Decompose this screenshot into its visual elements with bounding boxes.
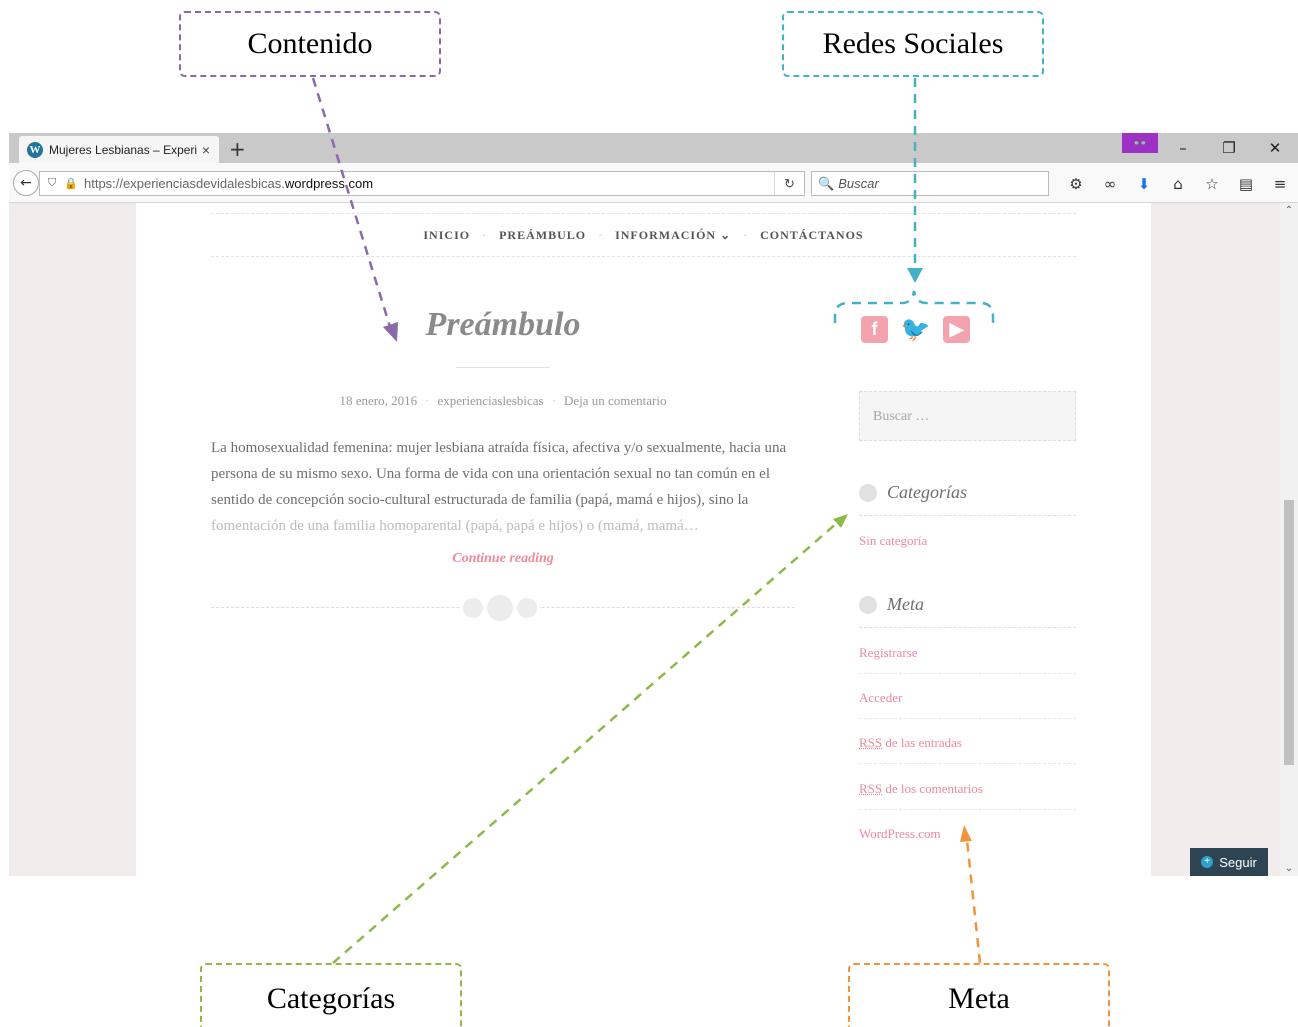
url-prefix: https://experienciasdevidalesbicas. bbox=[84, 176, 285, 191]
annotation-redes-label: Redes Sociales bbox=[822, 27, 1004, 60]
meta-rss-comments-link[interactable]: RSS de los comentarios bbox=[859, 781, 1076, 810]
window-controls: – ❐ ✕ bbox=[1160, 133, 1298, 163]
button-ornament-icon bbox=[515, 596, 539, 620]
meta-title-text: Meta bbox=[887, 594, 924, 614]
post-meta: 18 enero, 2016 · experienciaslesbicas · Deja… bbox=[211, 393, 795, 409]
browser-window: W Mujeres Lesbianas – Experi... × + 👓 – … bbox=[9, 133, 1298, 876]
post-title[interactable]: Preámbulo bbox=[211, 306, 795, 344]
menu-separator: · bbox=[743, 227, 749, 242]
home-icon[interactable]: ⌂ bbox=[1161, 175, 1195, 193]
menu-bottom-rule bbox=[211, 256, 1076, 257]
gear-icon[interactable]: ⚙ bbox=[1059, 175, 1093, 193]
sidebar-search-input[interactable]: Buscar … bbox=[859, 391, 1076, 441]
toolbar-icons: ⚙ ∞ ⬇ ⌂ ☆ ▤ ≡ bbox=[1059, 171, 1297, 196]
menu-separator: · bbox=[482, 227, 488, 242]
mask-icon[interactable]: ∞ bbox=[1093, 175, 1127, 193]
scrollbar-thumb[interactable] bbox=[1284, 500, 1294, 765]
button-ornament-icon bbox=[859, 483, 877, 502]
meta-separator: · bbox=[425, 393, 430, 408]
menu-icon[interactable]: ≡ bbox=[1263, 175, 1297, 193]
buttons-ornament bbox=[461, 593, 539, 623]
scroll-up-icon[interactable]: ⌃ bbox=[1280, 205, 1298, 216]
menu-item-contactanos[interactable]: CONTÁCTANOS bbox=[760, 228, 863, 243]
category-link[interactable]: Sin categoría bbox=[859, 533, 1076, 561]
tab-bar: W Mujeres Lesbianas – Experi... × + 👓 – … bbox=[9, 133, 1298, 163]
minimize-button[interactable]: – bbox=[1160, 139, 1206, 157]
annotation-redes-sociales: Redes Sociales bbox=[782, 11, 1044, 77]
private-mask-icon[interactable]: 👓 bbox=[1122, 133, 1158, 153]
browser-search-field[interactable]: 🔍 Buscar bbox=[811, 171, 1049, 196]
meta-wordpress-link[interactable]: WordPress.com bbox=[859, 826, 1076, 854]
url-bar[interactable]: ⛉ 🔒 https://experienciasdevidalesbicas. w… bbox=[39, 171, 805, 196]
web-page: INICIO · PREÁMBULO · INFORMACIÓN ⌄ · CON… bbox=[136, 203, 1151, 876]
rss-abbr: RSS bbox=[859, 735, 883, 750]
restore-button[interactable]: ❐ bbox=[1206, 139, 1252, 157]
download-icon[interactable]: ⬇ bbox=[1127, 175, 1161, 193]
meta-login-link[interactable]: Acceder bbox=[859, 690, 1076, 719]
follow-button[interactable]: + Seguir bbox=[1190, 848, 1268, 876]
button-ornament-icon bbox=[485, 593, 515, 623]
lock-icon[interactable]: 🔒 bbox=[64, 177, 78, 190]
main-menu: INICIO · PREÁMBULO · INFORMACIÓN ⌄ · CON… bbox=[211, 223, 1076, 247]
shield-icon[interactable]: ⛉ bbox=[48, 177, 64, 190]
annotation-categorias: Categorías bbox=[200, 963, 462, 1027]
annotation-contenido: Contenido bbox=[179, 11, 441, 77]
rss-comments-text: de los comentarios bbox=[882, 781, 983, 796]
plus-icon: + bbox=[1201, 856, 1214, 868]
menu-item-inicio[interactable]: INICIO bbox=[423, 228, 470, 243]
meta-rss-entries-link[interactable]: RSS de las entradas bbox=[859, 735, 1076, 764]
categories-widget-title: Categorías bbox=[859, 482, 1076, 516]
post-excerpt-text: La homosexualidad femenina: mujer lesbia… bbox=[211, 440, 787, 508]
annotation-categorias-label: Categorías bbox=[266, 982, 396, 1015]
button-ornament-icon bbox=[859, 595, 877, 614]
nav-toolbar: ← ⛉ 🔒 https://experienciasdevidalesbicas… bbox=[9, 163, 1298, 203]
clipboard-icon[interactable]: ▤ bbox=[1229, 175, 1263, 193]
youtube-icon[interactable]: ▶ bbox=[943, 316, 970, 343]
facebook-icon[interactable]: f bbox=[861, 316, 888, 343]
close-window-button[interactable]: ✕ bbox=[1252, 139, 1298, 157]
post-excerpt: La homosexualidad femenina: mujer lesbia… bbox=[211, 435, 801, 539]
meta-widget-title: Meta bbox=[859, 594, 1076, 628]
post-author[interactable]: experienciaslesbicas bbox=[437, 393, 543, 408]
button-ornament-icon bbox=[461, 596, 485, 620]
annotation-contenido-label: Contenido bbox=[247, 27, 373, 60]
browser-search-placeholder: Buscar bbox=[838, 176, 879, 191]
menu-item-informacion[interactable]: INFORMACIÓN ⌄ bbox=[615, 228, 731, 243]
annotation-meta-label: Meta bbox=[948, 982, 1010, 1015]
post-comments-link[interactable]: Deja un comentario bbox=[564, 393, 667, 408]
annotation-meta: Meta bbox=[848, 963, 1110, 1027]
star-icon[interactable]: ☆ bbox=[1195, 175, 1229, 193]
menu-separator: · bbox=[598, 227, 604, 242]
continue-reading-link[interactable]: Continue reading bbox=[211, 551, 795, 567]
browser-tab[interactable]: W Mujeres Lesbianas – Experi... × bbox=[19, 136, 219, 163]
social-links: f 🐦 ▶ bbox=[861, 316, 970, 343]
post-date[interactable]: 18 enero, 2016 bbox=[340, 393, 418, 408]
title-rule bbox=[456, 367, 550, 368]
new-tab-button[interactable]: + bbox=[229, 137, 246, 161]
scroll-down-icon[interactable]: ⌄ bbox=[1280, 863, 1298, 874]
scrollbar[interactable]: ⌃ ⌄ bbox=[1280, 203, 1298, 876]
twitter-icon[interactable]: 🐦 bbox=[901, 316, 931, 343]
menu-top-rule bbox=[211, 213, 1076, 214]
rss-entries-text: de las entradas bbox=[882, 735, 962, 750]
menu-item-preambulo[interactable]: PREÁMBULO bbox=[499, 228, 586, 243]
tab-title: Mujeres Lesbianas – Experi... bbox=[49, 142, 197, 157]
meta-separator: · bbox=[551, 393, 556, 408]
url-domain: wordpress.com bbox=[284, 176, 374, 191]
back-button[interactable]: ← bbox=[13, 170, 39, 196]
post-excerpt-fade: fomentación de una familia homoparental … bbox=[211, 518, 699, 534]
rss-abbr: RSS bbox=[859, 781, 883, 796]
tab-close-icon[interactable]: × bbox=[197, 142, 215, 158]
follow-label: Seguir bbox=[1219, 854, 1257, 870]
meta-register-link[interactable]: Registrarse bbox=[859, 645, 1076, 674]
wordpress-icon: W bbox=[27, 141, 43, 158]
reload-icon[interactable]: ↻ bbox=[774, 172, 804, 195]
search-icon: 🔍 bbox=[818, 175, 835, 191]
categories-title-text: Categorías bbox=[887, 482, 968, 502]
